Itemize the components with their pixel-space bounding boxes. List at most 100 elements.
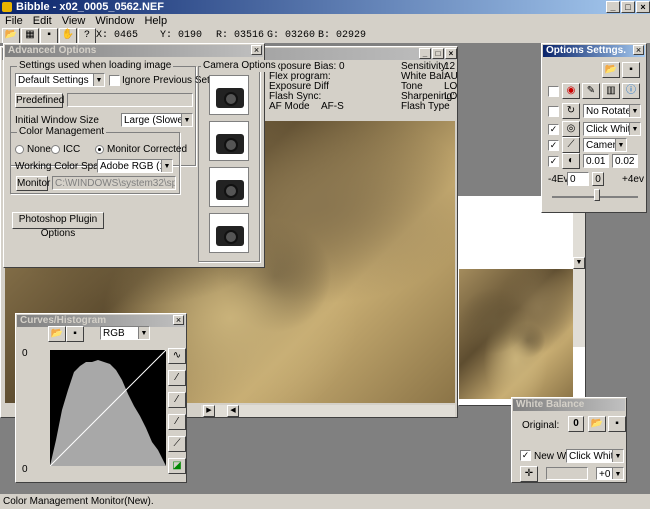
monitor-path-field[interactable]: C:\WINDOWS\system32\spool\dri	[52, 176, 176, 190]
channel-select[interactable]: RGB ▼	[100, 326, 150, 340]
options-close-button[interactable]: ×	[633, 45, 644, 55]
option-checkbox[interactable]	[548, 86, 559, 97]
radio-none[interactable]	[15, 145, 24, 154]
wb-offset-select[interactable]: +0 ▼	[596, 467, 624, 480]
rotate-checkbox[interactable]	[548, 106, 559, 117]
maximize-button[interactable]: □	[621, 1, 635, 13]
scroll-down-button[interactable]: ▼	[573, 257, 585, 269]
camera-checkbox[interactable]: ✓	[548, 140, 559, 151]
wb-field[interactable]	[546, 467, 588, 480]
scroll-right-button[interactable]: ▶	[203, 405, 215, 417]
pointer-icon[interactable]: ✋	[59, 28, 77, 44]
menu-edit[interactable]: Edit	[28, 14, 57, 29]
help-icon[interactable]: ?	[78, 28, 96, 44]
minimize-button[interactable]: _	[606, 1, 620, 13]
save-icon[interactable]: ▪	[622, 62, 640, 78]
camera-icon[interactable]	[209, 213, 249, 253]
exif-panel: Exposure Bias: 0 Flex program: Exposure …	[266, 61, 458, 121]
image-close-button[interactable]: ×	[445, 48, 457, 59]
menu-window[interactable]: Window	[90, 14, 139, 29]
eyedropper-white-icon[interactable]: ⁄	[168, 414, 186, 430]
save-icon[interactable]: ▪	[608, 416, 626, 432]
vertical-scrollbar[interactable]: ▼	[573, 197, 585, 347]
predefined-field[interactable]	[67, 93, 193, 107]
save-icon[interactable]: ▪	[66, 326, 84, 342]
menu-bar: File Edit View Window Help	[0, 14, 650, 29]
channel-value: RGB	[103, 328, 125, 339]
ev-slider-thumb[interactable]	[594, 189, 600, 201]
curves-bottom-zero: 0	[22, 464, 28, 475]
pixel-g: G: 03260	[267, 30, 316, 41]
new-wb-select[interactable]: Click White ▼	[566, 449, 624, 463]
predefined-button[interactable]: Predefined	[15, 93, 64, 108]
ev-field[interactable]: 0	[567, 172, 589, 186]
curve-icon: ⟋	[562, 137, 580, 153]
curve-shape-icon[interactable]: ∿	[168, 348, 186, 364]
save-icon[interactable]: ▪	[40, 28, 58, 44]
open-folder-icon[interactable]: 📂	[48, 326, 66, 342]
bars-icon[interactable]: ▥	[602, 83, 620, 99]
open-folder-icon[interactable]: 📂	[588, 416, 606, 432]
chevron-down-icon: ▼	[181, 114, 192, 126]
target-icon: ◎	[562, 121, 580, 137]
color-management-label: Color Management	[17, 126, 107, 138]
eyedropper-gray-icon[interactable]: ⁄	[168, 392, 186, 408]
chevron-down-icon: ▼	[629, 105, 640, 117]
open-folder-icon[interactable]: 📂	[602, 62, 620, 78]
curves-close-button[interactable]: ×	[173, 315, 184, 325]
horizontal-scrollbar[interactable]: ▶ ◀	[201, 405, 455, 417]
click-checkbox[interactable]: ✓	[548, 124, 559, 135]
sharpen-checkbox[interactable]: ✓	[548, 156, 559, 167]
eyedropper-black-icon[interactable]: ⁄	[168, 370, 186, 386]
color-wheel-icon[interactable]: ◉	[562, 83, 580, 99]
curves-top-zero: 0	[22, 348, 28, 359]
options-settings-panel: Options Settngs. × 📂 ▪ ◉ ✎ ▥ ⓘ ↻ No Rota…	[541, 43, 647, 213]
rotate-select[interactable]: No Rotate ▼	[583, 104, 641, 118]
thumbnail-photo[interactable]	[459, 269, 573, 399]
original-value[interactable]: 0	[568, 416, 584, 432]
auto-levels-icon[interactable]: ◪	[168, 458, 186, 474]
camera-icon[interactable]	[209, 121, 249, 161]
open-folder-icon[interactable]: 📂	[2, 28, 20, 44]
info-icon[interactable]: ⓘ	[622, 83, 640, 99]
window-size-select[interactable]: Large (Slowest) ▼	[121, 113, 193, 127]
advanced-close-button[interactable]: ×	[251, 45, 262, 55]
working-space-select[interactable]: Adobe RGB (1998)▼	[97, 159, 173, 173]
click-white-select[interactable]: Click White ▼	[583, 122, 641, 136]
chevron-down-icon: ▼	[615, 139, 626, 151]
camera-options-label: Camera Options	[201, 60, 278, 72]
chevron-down-icon: ▼	[138, 327, 149, 339]
value2-field[interactable]: 0.02	[612, 154, 638, 168]
ignore-previous-checkbox[interactable]	[109, 75, 120, 86]
histogram-graph[interactable]	[50, 350, 166, 466]
camera-icon[interactable]	[209, 75, 249, 115]
white-balance-title: White Balance	[513, 399, 625, 411]
default-settings-select[interactable]: Default Settings ▼	[15, 73, 105, 87]
ev-reset-button[interactable]: 0	[592, 172, 604, 186]
radio-icc[interactable]	[51, 145, 60, 154]
ev-min-label: -4Ev	[548, 174, 569, 185]
advanced-options-panel: Advanced Options × Settings used when lo…	[3, 43, 278, 268]
camera-options-group: Camera Options	[198, 60, 278, 262]
menu-file[interactable]: File	[0, 14, 28, 29]
chevron-down-icon: ▼	[612, 450, 623, 462]
value1-field[interactable]: 0.01	[583, 154, 609, 168]
monitor-button[interactable]: Monitor	[16, 176, 50, 191]
image-minimize-button[interactable]: _	[419, 48, 431, 59]
crosshair-icon[interactable]: ✛	[520, 466, 538, 482]
grid-icon[interactable]: ▦	[21, 28, 39, 44]
image-maximize-button[interactable]: □	[432, 48, 444, 59]
scroll-thumb[interactable]: ◀	[227, 405, 239, 417]
camera-icon[interactable]	[209, 167, 249, 207]
menu-view[interactable]: View	[57, 14, 91, 29]
brush-icon[interactable]: ✎	[582, 83, 600, 99]
photoshop-plugin-button[interactable]: Photoshop Plugin Options	[12, 212, 104, 239]
rotate-value: No Rotate	[586, 106, 632, 117]
radio-monitor-corrected[interactable]	[95, 145, 104, 154]
close-button[interactable]: ×	[636, 1, 650, 13]
linear-curve-icon[interactable]: ⟋	[168, 436, 186, 452]
new-wb-checkbox[interactable]: ✓	[520, 450, 531, 461]
camera-select[interactable]: Camera ▼	[583, 138, 627, 152]
coord-y: Y: 0190	[160, 30, 203, 41]
menu-help[interactable]: Help	[139, 14, 172, 29]
